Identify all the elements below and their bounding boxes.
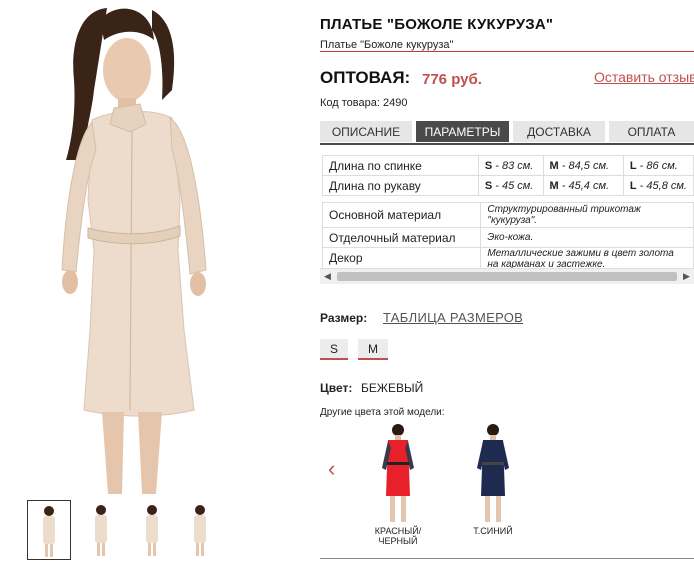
variant-image: [477, 424, 509, 522]
color-label: Цвет:: [320, 381, 353, 395]
product-thumbnail[interactable]: [179, 500, 223, 560]
tab-delivery[interactable]: ДОСТАВКА: [513, 121, 605, 142]
triangle-right-icon[interactable]: ▶: [679, 269, 694, 284]
measurements-table: Длина по спинке S - 83 см. M - 84,5 см. …: [322, 155, 694, 196]
size-option-m[interactable]: M: [358, 339, 388, 360]
product-subtitle: Платье "Божоле кукуруза": [320, 39, 454, 51]
parameters-panel: Длина по спинке S - 83 см. M - 84,5 см. …: [320, 150, 694, 284]
color-variant-red-black[interactable]: КРАСНЫЙ/ ЧЕРНЫЙ: [358, 420, 438, 546]
param-value: Структурированный трикотаж "кукуруза".: [480, 202, 694, 228]
param-value: M - 84,5 см.: [542, 155, 624, 176]
thumbnail-image: [146, 505, 158, 556]
param-value: L - 45,8 см.: [622, 175, 694, 196]
section-divider: [320, 558, 694, 559]
tab-payment[interactable]: ОПЛАТА: [609, 121, 694, 142]
title-divider: [320, 51, 694, 52]
table-row: Длина по спинке S - 83 см. M - 84,5 см. …: [322, 155, 694, 176]
price-label: ОПТОВАЯ:: [320, 68, 411, 87]
table-row: Основной материал Структурированный трик…: [321, 202, 694, 228]
table-row: Отделочный материал Эко-кожа.: [321, 227, 694, 248]
param-label: Основной материал: [321, 202, 482, 228]
param-label: Длина по рукаву: [322, 175, 479, 196]
variant-image: [382, 424, 414, 522]
other-colors-label: Другие цвета этой модели:: [320, 407, 445, 418]
table-row: Длина по рукаву S - 45 см. M - 45,4 см. …: [322, 175, 694, 196]
param-label: Длина по спинке: [322, 155, 479, 176]
product-main-photo: [61, 8, 207, 494]
materials-table: Основной материал Структурированный трик…: [321, 202, 694, 276]
product-thumbnail[interactable]: [131, 500, 175, 560]
param-value: S - 45 см.: [477, 175, 544, 196]
product-title: ПЛАТЬЕ "БОЖОЛЕ КУКУРУЗА": [320, 16, 554, 33]
thumbnail-image: [95, 505, 107, 556]
horizontal-scrollbar[interactable]: ◀ ▶: [320, 268, 694, 284]
product-thumbnail[interactable]: [80, 500, 124, 560]
tabs-underline: [320, 143, 694, 145]
tab-parameters[interactable]: ПАРАМЕТРЫ: [416, 121, 509, 142]
price-value: 776 руб.: [422, 71, 482, 88]
color-variant-dark-blue[interactable]: Т.СИНИЙ: [453, 420, 533, 536]
product-thumbnail[interactable]: [27, 500, 71, 560]
param-value: M - 45,4 см.: [542, 175, 624, 196]
size-table-link[interactable]: ТАБЛИЦА РАЗМЕРОВ: [383, 310, 523, 325]
size-option-s[interactable]: S: [320, 339, 348, 360]
leave-review-link[interactable]: Оставить отзыв: [594, 69, 694, 85]
chevron-left-icon[interactable]: ‹: [328, 456, 335, 482]
param-value: S - 83 см.: [477, 155, 544, 176]
variant-name: КРАСНЫЙ/ ЧЕРНЫЙ: [374, 526, 422, 546]
color-value: БЕЖЕВЫЙ: [361, 381, 424, 395]
param-value: L - 86 см.: [622, 155, 694, 176]
variant-name: Т.СИНИЙ: [473, 526, 513, 536]
product-tabs: ОПИСАНИЕ ПАРАМЕТРЫ ДОСТАВКА ОПЛАТА: [320, 121, 694, 143]
param-value: Эко-кожа.: [480, 227, 694, 248]
scrollbar-thumb[interactable]: [337, 272, 677, 281]
product-sku: Код товара: 2490: [320, 97, 408, 109]
thumbnail-image: [194, 505, 206, 556]
param-label: Отделочный материал: [321, 227, 482, 248]
tab-description[interactable]: ОПИСАНИЕ: [320, 121, 412, 142]
triangle-left-icon[interactable]: ◀: [320, 269, 335, 284]
thumbnail-image: [43, 506, 55, 557]
size-label: Размер:: [320, 311, 368, 325]
